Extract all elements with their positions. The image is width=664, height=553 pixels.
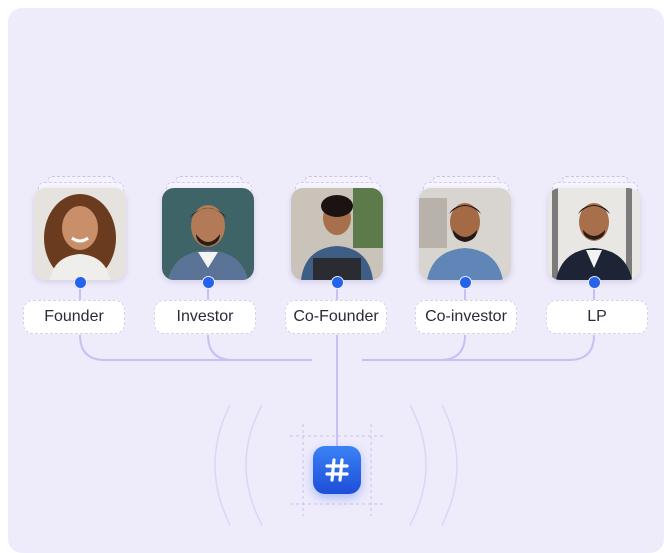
co-investor-photo [419,188,511,280]
label-founder: Founder [23,300,125,334]
investor-connector-dot [202,276,215,289]
co-investor-connector-dot [459,276,472,289]
co-founder-photo [291,188,383,280]
person-founder [32,176,128,289]
hash-icon [325,458,349,482]
founder-connector-dot [74,276,87,289]
person-lp [546,176,642,289]
person-co-investor [417,176,513,289]
investor-photo [162,188,254,280]
lp-connector-dot [588,276,601,289]
co-founder-connector-dot [331,276,344,289]
label-co-founder: Co-Founder [285,300,387,334]
founder-photo [34,188,126,280]
lp-photo [548,188,640,280]
label-investor: Investor [154,300,256,334]
person-investor [160,176,256,289]
label-co-investor: Co-investor [415,300,517,334]
hub-button[interactable] [313,446,361,494]
person-co-founder [289,176,385,289]
label-lp: LP [546,300,648,334]
